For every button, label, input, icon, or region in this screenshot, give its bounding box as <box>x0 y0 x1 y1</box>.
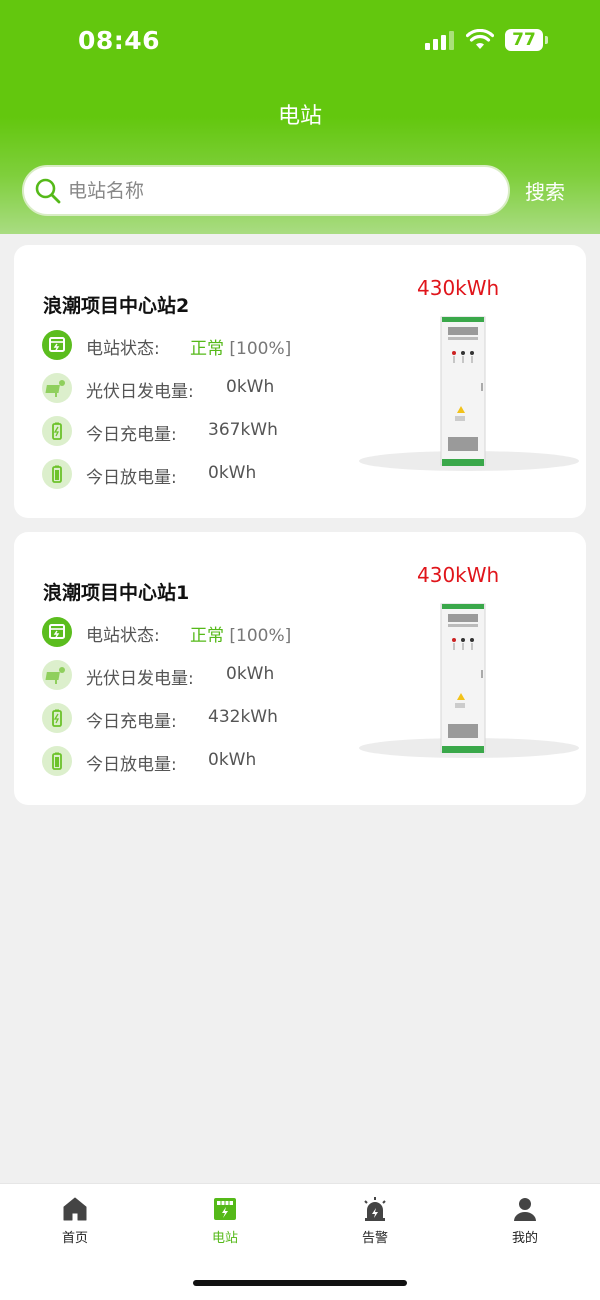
solar-panel-icon <box>42 373 72 403</box>
pv-row: 光伏日发电量: 0kWh <box>42 373 362 403</box>
battery-discharge-icon <box>42 459 72 489</box>
tab-alarm[interactable]: 告警 <box>330 1196 420 1246</box>
discharge-value: 0kWh <box>208 750 257 770</box>
alarm-icon <box>364 1197 386 1221</box>
search-button[interactable]: 搜索 <box>525 176 565 205</box>
status-row: 电站状态: 正常 [100%] <box>42 617 362 647</box>
station-card[interactable]: 浪潮项目中心站1 430kWh 电站状态: 正常 [100%] 光伏日发电量: … <box>14 532 586 805</box>
status-percent: [100%] <box>229 626 292 646</box>
tab-label: 首页 <box>61 1231 88 1246</box>
charge-row: 今日充电量: 367kWh <box>42 416 362 446</box>
cellular-signal-icon <box>425 31 455 50</box>
discharge-row: 今日放电量: 0kWh <box>42 746 362 776</box>
station-status-icon <box>42 330 72 360</box>
wifi-icon <box>466 29 494 49</box>
search-input[interactable] <box>68 167 498 214</box>
status-bar: 08:46 77 <box>0 0 600 82</box>
pv-label: 光伏日发电量: <box>86 382 194 402</box>
status-value: 正常 [100%] <box>190 626 292 646</box>
tab-profile[interactable]: 我的 <box>480 1196 570 1246</box>
user-icon <box>514 1198 536 1221</box>
charge-label: 今日充电量: <box>86 425 177 445</box>
station-name: 浪潮项目中心站2 <box>43 295 190 317</box>
discharge-label: 今日放电量: <box>86 468 177 488</box>
tab-label: 电站 <box>211 1231 238 1246</box>
search-icon <box>35 178 61 204</box>
station-capacity: 430kWh <box>417 563 500 587</box>
search-box[interactable] <box>22 165 510 216</box>
station-icon <box>214 1198 236 1220</box>
charge-value: 432kWh <box>208 707 278 727</box>
energy-storage-cabinet-image <box>359 316 579 471</box>
status-row: 电站状态: 正常 [100%] <box>42 330 362 360</box>
pv-row: 光伏日发电量: 0kWh <box>42 660 362 690</box>
home-indicator[interactable] <box>193 1280 407 1286</box>
status-label: 电站状态: <box>86 339 160 359</box>
charge-value: 367kWh <box>208 420 278 440</box>
status-percent: [100%] <box>229 339 292 359</box>
status-time: 08:46 <box>78 26 161 55</box>
station-capacity: 430kWh <box>417 276 500 300</box>
battery-icon: 77 <box>505 29 543 51</box>
status-label: 电站状态: <box>86 626 160 646</box>
discharge-row: 今日放电量: 0kWh <box>42 459 362 489</box>
status-value: 正常 [100%] <box>190 339 292 359</box>
battery-level: 77 <box>512 30 536 50</box>
battery-discharge-icon <box>42 746 72 776</box>
tab-label: 我的 <box>511 1231 538 1246</box>
page-title: 电站 <box>277 104 322 129</box>
charge-row: 今日充电量: 432kWh <box>42 703 362 733</box>
discharge-value: 0kWh <box>208 463 257 483</box>
battery-cap <box>545 36 548 44</box>
pv-value: 0kWh <box>226 377 275 397</box>
app-header: 08:46 77 电站 搜索 <box>0 0 600 234</box>
station-card[interactable]: 浪潮项目中心站2 430kWh 电站状态: 正常 [100%] 光伏日发电量: … <box>14 245 586 518</box>
tab-station[interactable]: 电站 <box>180 1196 270 1246</box>
pv-value: 0kWh <box>226 664 275 684</box>
home-icon <box>63 1197 87 1221</box>
discharge-label: 今日放电量: <box>86 755 177 775</box>
battery-charge-icon <box>42 703 72 733</box>
station-name: 浪潮项目中心站1 <box>43 582 190 604</box>
charge-label: 今日充电量: <box>86 712 177 732</box>
station-status-icon <box>42 617 72 647</box>
pv-label: 光伏日发电量: <box>86 669 194 689</box>
solar-panel-icon <box>42 660 72 690</box>
tab-label: 告警 <box>361 1231 388 1246</box>
energy-storage-cabinet-image <box>359 603 579 758</box>
battery-charge-icon <box>42 416 72 446</box>
tab-home[interactable]: 首页 <box>30 1196 120 1246</box>
